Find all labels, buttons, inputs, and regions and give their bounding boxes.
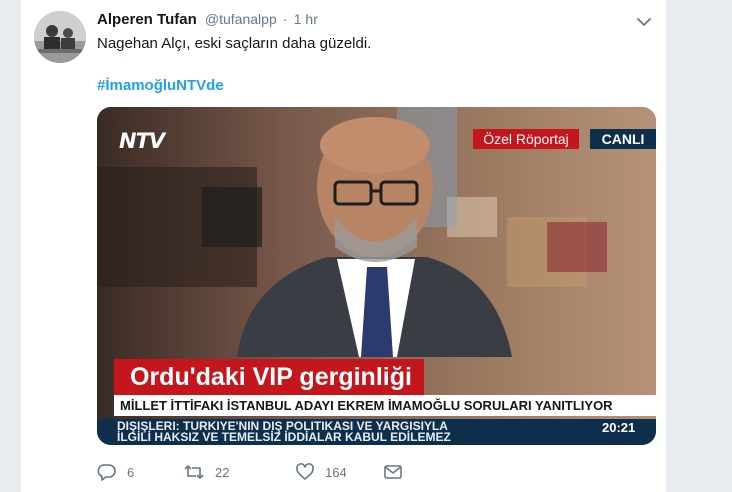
ticker-text: DIŞİŞLERİ: TÜRKİYE'NİN DIŞ POLİTİKASI VE… xyxy=(117,421,587,443)
reply-icon xyxy=(97,464,116,481)
live-badge: CANLI xyxy=(590,129,656,149)
media-image[interactable]: NTV Özel Röportaj CANLI Ordu'daki VIP ge… xyxy=(97,107,656,445)
author-name[interactable]: Alperen Tufan xyxy=(97,11,197,28)
chevron-down-icon[interactable] xyxy=(635,15,653,29)
separator-dot: · xyxy=(282,11,288,27)
message-button[interactable] xyxy=(383,462,403,482)
tweet-actions: 6 22 164 xyxy=(97,462,497,482)
reply-button[interactable]: 6 xyxy=(97,462,134,482)
heart-icon xyxy=(296,463,314,480)
tweet-text: Nagehan Alçı, eski saçların daha güzeldi… xyxy=(97,35,372,52)
avatar[interactable] xyxy=(34,11,86,63)
ticker-line-2: İLGİLİ HAKSIZ VE TEMELSİZ İDDİALAR KABUL… xyxy=(117,430,451,443)
envelope-icon xyxy=(384,465,402,479)
broadcast-clock: 20:21 xyxy=(602,420,636,435)
news-ticker: DIŞİŞLERİ: TÜRKİYE'NİN DIŞ POLİTİKASI VE… xyxy=(97,419,656,445)
author-handle[interactable]: @tufanalpp xyxy=(205,11,277,27)
retweet-count: 22 xyxy=(215,464,230,480)
retweet-button[interactable]: 22 xyxy=(183,462,229,482)
tweet-header: Alperen Tufan @tufanalpp · 1 hr xyxy=(97,11,318,28)
tweet-card[interactable]: Alperen Tufan @tufanalpp · 1 hr Nagehan … xyxy=(20,0,667,492)
broadcast-headline: Ordu'daki VIP gerginliği xyxy=(114,359,424,395)
broadcast-subline: MİLLET İTTİFAKI İSTANBUL ADAYI EKREM İMA… xyxy=(114,395,656,416)
reply-count: 6 xyxy=(127,464,135,480)
channel-logo: NTV xyxy=(119,129,165,153)
special-interview-tag: Özel Röportaj xyxy=(473,129,579,149)
timestamp[interactable]: 1 hr xyxy=(294,11,318,27)
retweet-icon xyxy=(184,465,204,479)
hashtag-link[interactable]: #İmamoğluNTVde xyxy=(97,77,224,94)
like-button[interactable]: 164 xyxy=(295,462,347,482)
like-count: 164 xyxy=(325,464,347,480)
